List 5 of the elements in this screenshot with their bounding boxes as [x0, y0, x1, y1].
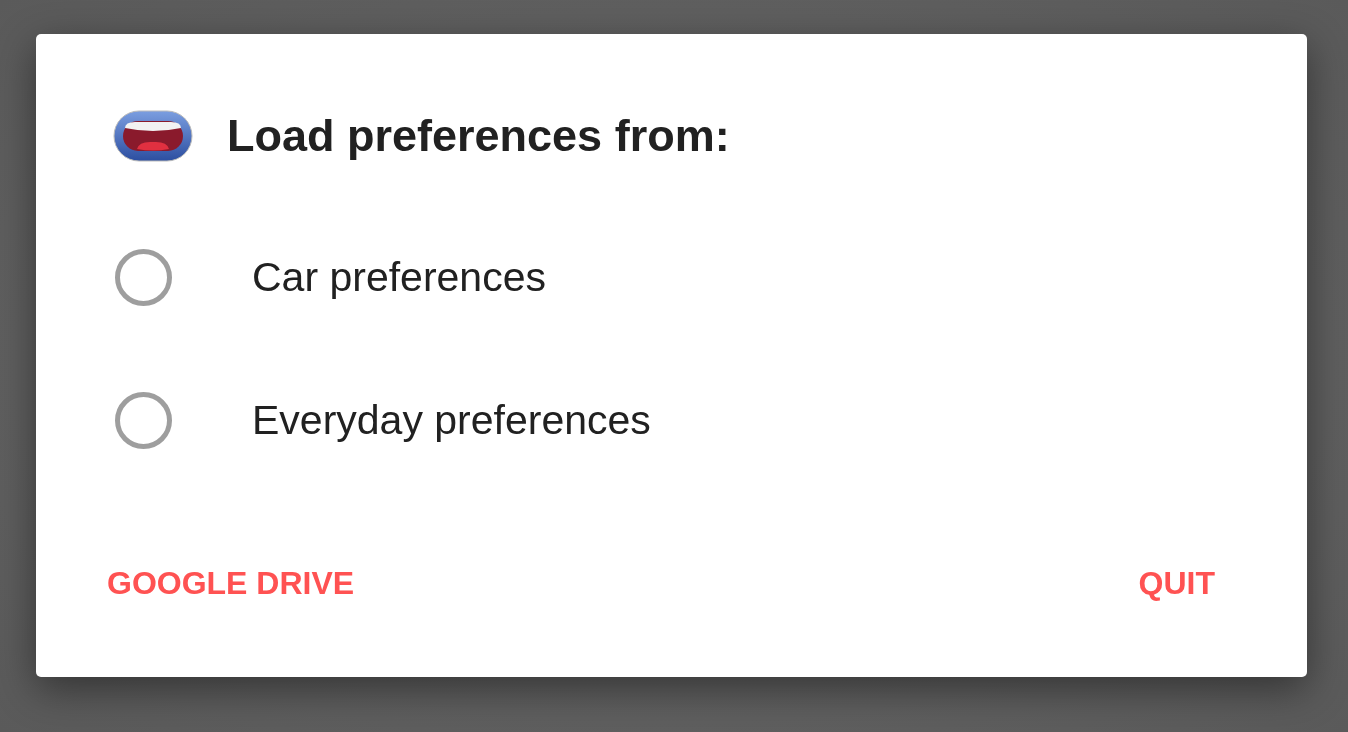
radio-button[interactable]: [115, 249, 172, 306]
option-label[interactable]: Car preferences: [252, 254, 546, 301]
radio-button[interactable]: [115, 392, 172, 449]
option-label[interactable]: Everyday preferences: [252, 397, 651, 444]
dialog-title: Load preferences from:: [227, 110, 730, 162]
